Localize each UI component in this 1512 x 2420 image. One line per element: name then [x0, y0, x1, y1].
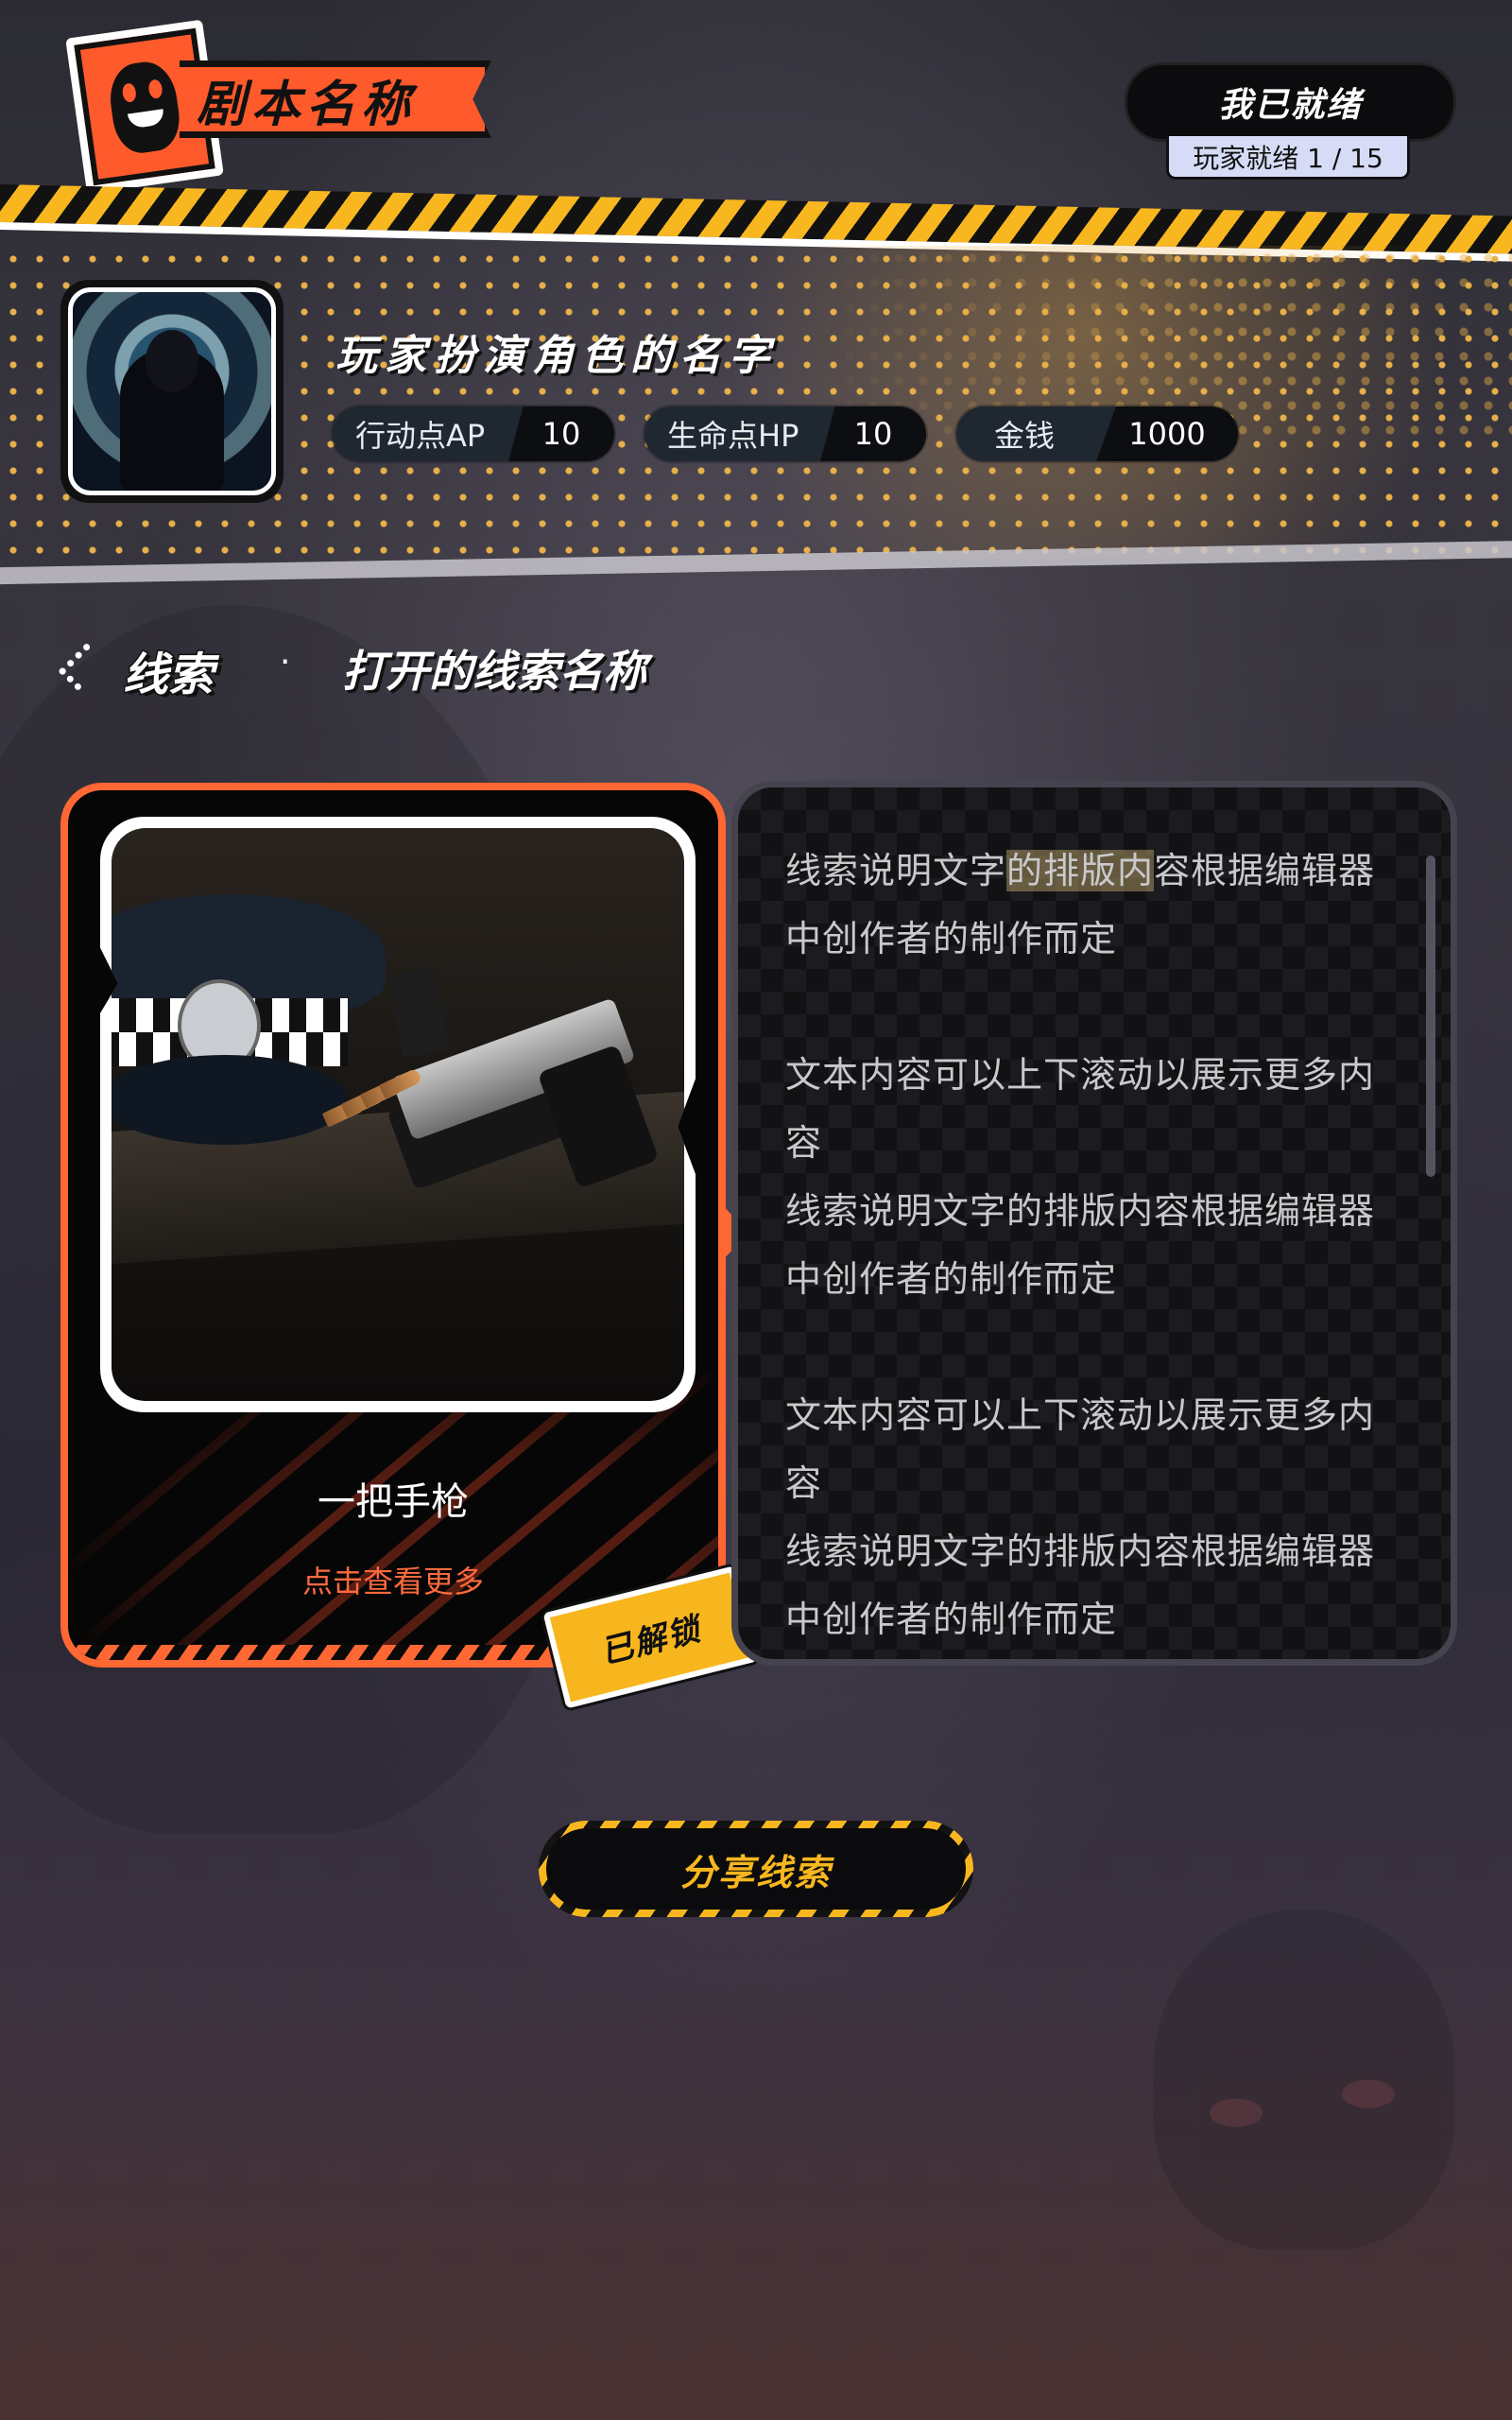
- ready-button[interactable]: 我已就绪: [1125, 62, 1456, 142]
- pistol-and-police-cap-image: [112, 828, 684, 1401]
- breadcrumb-section[interactable]: 线索: [121, 637, 215, 703]
- description-scrollbar[interactable]: [1426, 856, 1435, 1177]
- text-selection-highlight: 的排版内: [1006, 850, 1155, 891]
- ready-status-badge: 玩家就绪 1 / 15: [1166, 136, 1410, 180]
- description-paragraph: 线索说明文字的排版内容根据编辑器中创作者的制作而定: [785, 1530, 1376, 1640]
- stat-value: 10: [820, 406, 926, 461]
- avatar-image: [68, 287, 276, 495]
- character-name: 玩家扮演角色的名字: [335, 332, 778, 380]
- stat-label: 金钱: [994, 418, 1056, 454]
- stat-label: 生命点HP: [667, 418, 799, 454]
- ghost-face-icon: [105, 58, 184, 156]
- background-ghost-right: [1153, 1910, 1455, 2250]
- back-button[interactable]: [55, 631, 107, 701]
- ghost-cheek-left: [1210, 2099, 1263, 2127]
- ghost-cheek-right: [1342, 2080, 1395, 2108]
- page-title: 打开的线索名称: [342, 646, 646, 697]
- stat-value: 10: [508, 406, 614, 461]
- stat-money: 金钱 1000: [956, 406, 1238, 461]
- clue-card[interactable]: 一把手枪 点击查看更多: [60, 783, 726, 1668]
- character-silhouette: [120, 330, 224, 491]
- avatar[interactable]: [60, 280, 284, 503]
- share-clue-button[interactable]: 分享线索: [539, 1821, 973, 1917]
- breadcrumb-separator: ·: [280, 643, 291, 682]
- clue-image-frame[interactable]: [100, 817, 696, 1412]
- stat-action-points: 行动点AP 10: [333, 406, 614, 461]
- stat-label: 行动点AP: [355, 418, 486, 454]
- clue-name: 一把手枪: [318, 1480, 469, 1524]
- stat-health-points: 生命点HP 10: [644, 406, 926, 461]
- clue-description: 线索说明文字的排版内容根据编辑器中创作者的制作而定 文本内容可以上下滚动以展示更…: [785, 837, 1390, 1659]
- title-banner: 剧本名称: [180, 60, 491, 138]
- description-paragraph: 文本内容可以上下滚动以展示更多内容: [785, 1054, 1376, 1164]
- script-title: 剧本名称: [197, 76, 417, 133]
- description-paragraph: 线索说明文字的排版内容根据编辑器中创作者的制作而定: [785, 1190, 1376, 1300]
- stat-value: 1000: [1096, 406, 1238, 461]
- description-paragraph: 文本内容可以上下滚动以展示更多内容: [785, 1394, 1376, 1504]
- clue-description-panel[interactable]: 线索说明文字的排版内容根据编辑器中创作者的制作而定 文本内容可以上下滚动以展示更…: [731, 781, 1457, 1666]
- description-paragraph: 线索说明文字的排版内容根据编辑器中创作者的制作而定: [785, 850, 1376, 959]
- share-clue-button-label: 分享线索: [546, 1828, 966, 1910]
